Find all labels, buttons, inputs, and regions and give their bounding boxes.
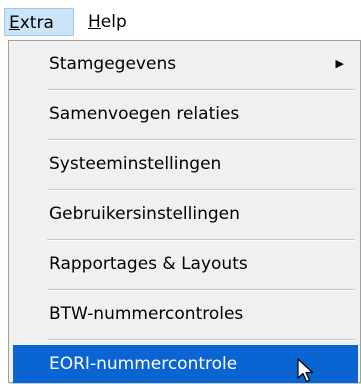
menu-help[interactable]: Help [84,8,134,36]
submenu-arrow-icon: ▶ [335,57,344,70]
menu-item-stamgegevens[interactable]: Stamgegevens ▶ [13,45,358,83]
menu-item-btw-nummercontroles[interactable]: BTW-nummercontroles [13,295,358,333]
menu-item-label: BTW-nummercontroles [49,304,244,324]
menu-separator [47,289,355,291]
menu-separator [47,339,355,341]
menu-item-gebruikersinstellingen[interactable]: Gebruikersinstellingen [13,195,358,233]
menu-help-label: elp [100,12,127,32]
menu-item-rapportages-layouts[interactable]: Rapportages & Layouts [13,245,358,283]
menu-item-label: Systeeminstellingen [49,154,222,174]
menu-extra-label: xtra [19,13,54,33]
menu-extra[interactable]: Extra [4,8,74,36]
menu-help-mnemonic: H [88,12,101,32]
menu-item-systeeminstellingen[interactable]: Systeeminstellingen [13,145,358,183]
mouse-pointer-icon [297,358,314,383]
menu-item-label: Stamgegevens [49,54,177,74]
menu-separator [47,89,355,91]
menu-separator [47,189,355,191]
menu-item-label: Gebruikersinstellingen [49,204,240,224]
menu-item-label: EORI-nummercontrole [49,354,238,374]
extra-dropdown-menu: Stamgegevens ▶ Samenvoegen relaties Syst… [8,40,361,383]
menu-item-label: Samenvoegen relaties [49,104,240,124]
menu-item-label: Rapportages & Layouts [49,254,248,274]
menu-item-samenvoegen-relaties[interactable]: Samenvoegen relaties [13,95,358,133]
menu-separator [47,239,355,241]
menu-separator [47,139,355,141]
menu-bar: Extra Help [0,0,361,38]
menu-extra-mnemonic: E [9,13,20,33]
